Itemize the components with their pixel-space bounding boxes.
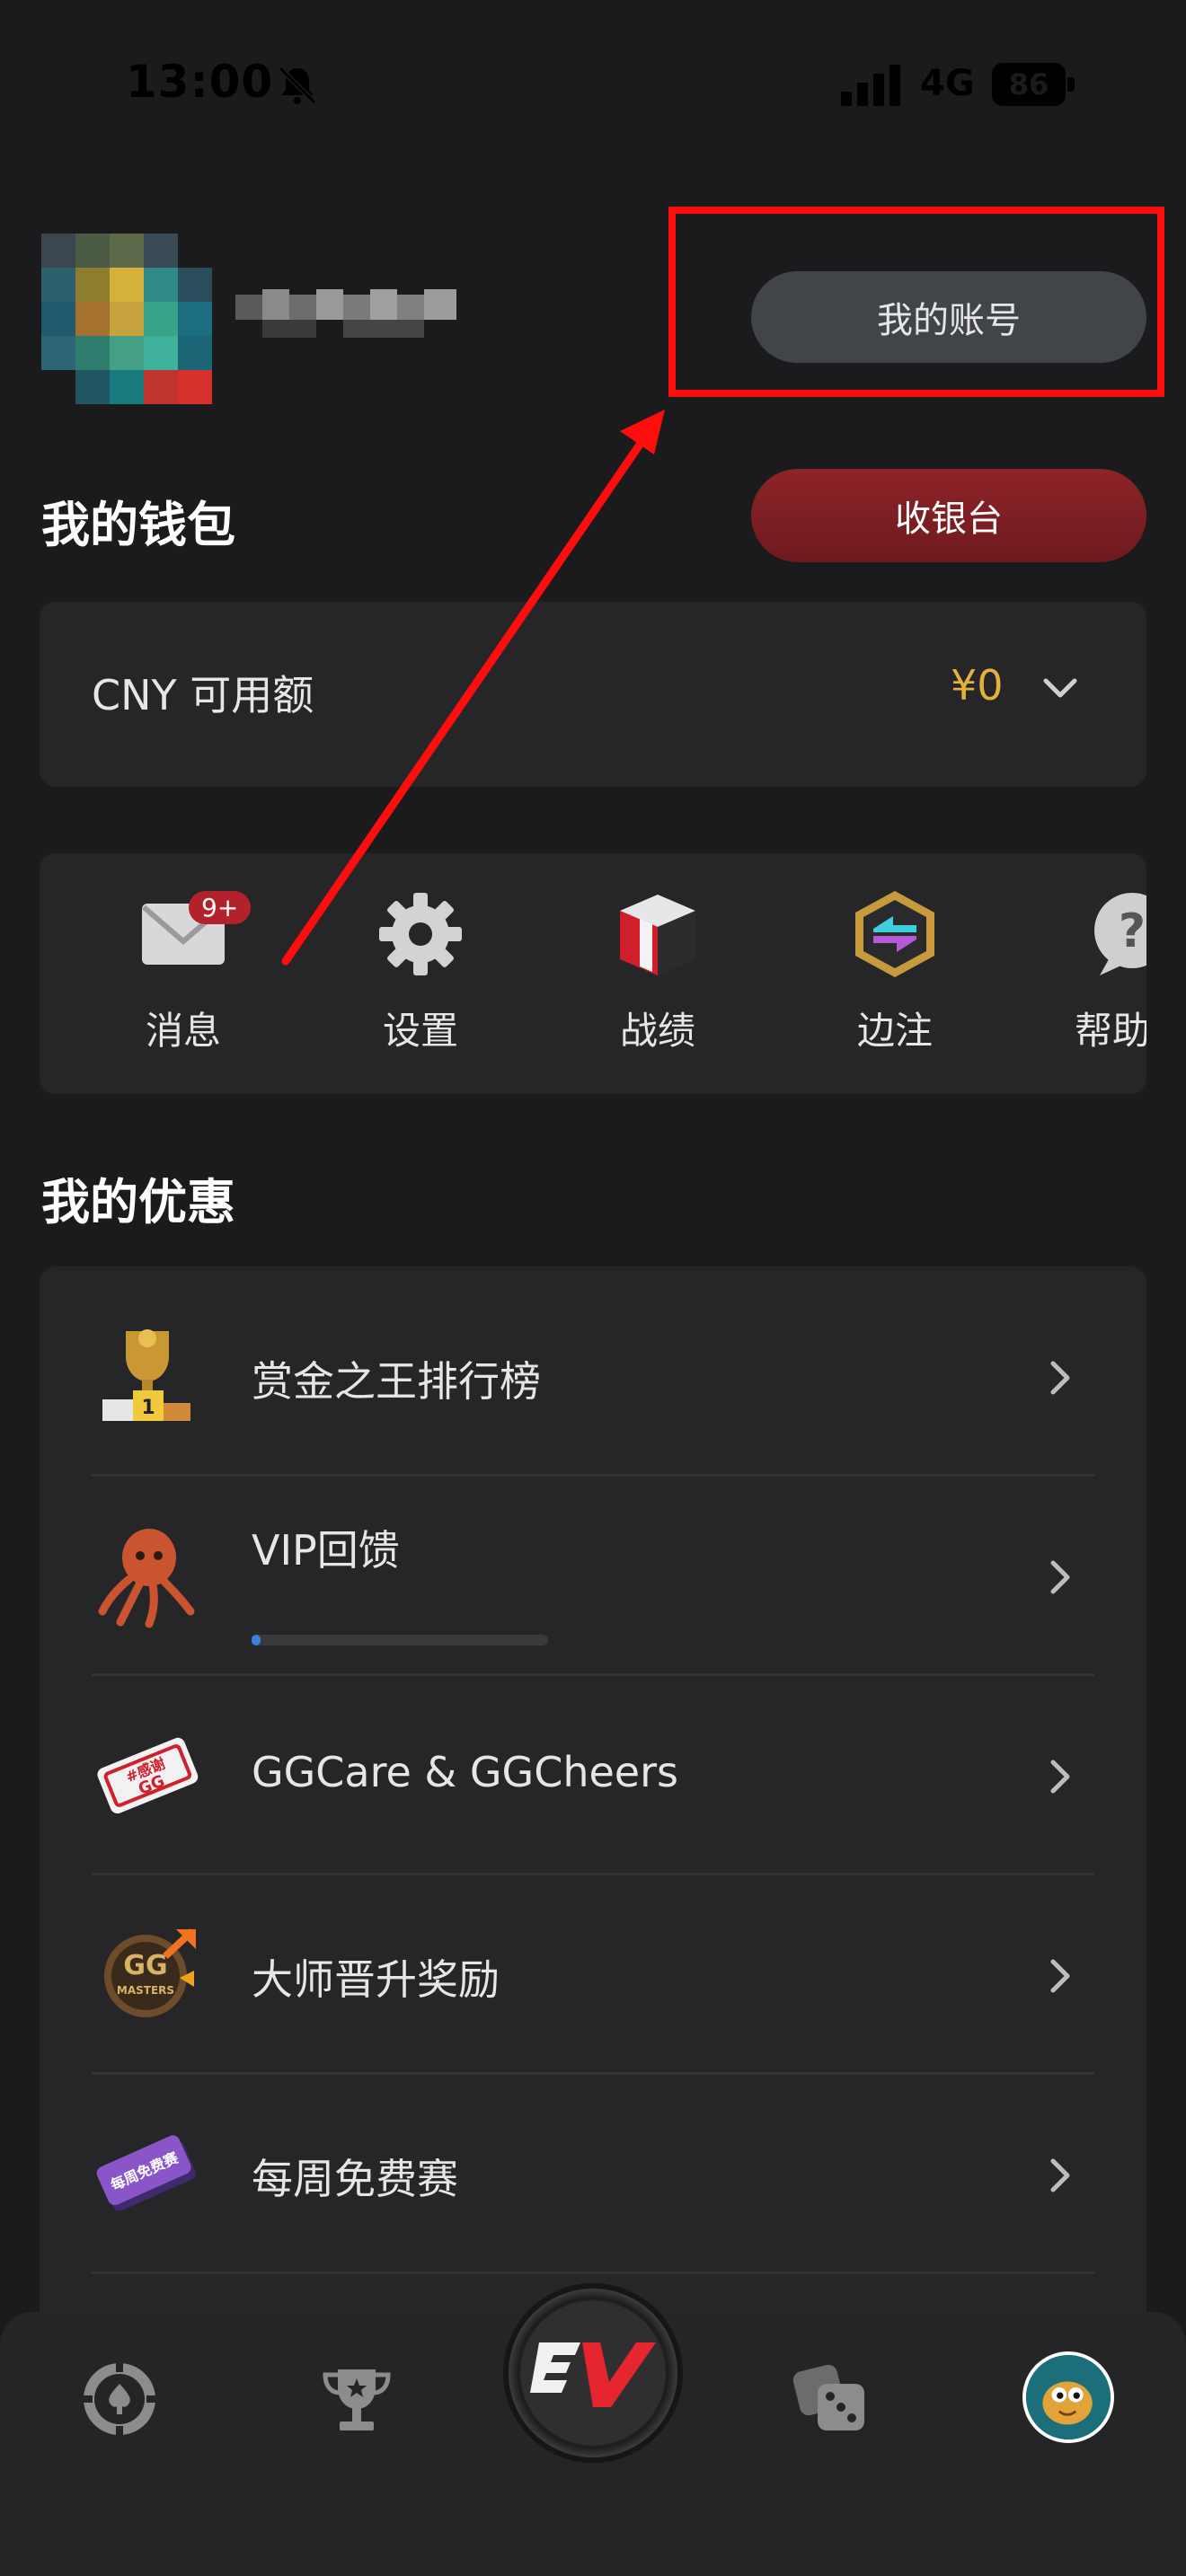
chevron-right-icon <box>1050 1361 1070 1395</box>
vip-progress-fill <box>252 1635 261 1645</box>
help-icon: ? <box>1094 893 1146 975</box>
promo-label: GGCare & GGCheers <box>252 1748 678 1796</box>
wallet-title: 我的钱包 <box>41 497 235 553</box>
action-label: 帮助 <box>1075 1009 1146 1053</box>
stats-cube-icon <box>620 895 695 975</box>
promo-label: VIP回馈 <box>252 1526 400 1575</box>
promo-masters-reward[interactable]: GG MASTERS 大师晋升奖励 <box>40 1875 1146 2075</box>
user-avatar[interactable] <box>41 234 212 404</box>
promo-vip-rewards[interactable]: VIP回馈 <box>40 1477 1146 1676</box>
battery-icon: 86 <box>992 63 1075 106</box>
svg-text:1: 1 <box>141 1397 155 1419</box>
unread-badge: 9+ <box>189 891 252 924</box>
balance-value: ¥0 <box>951 661 1004 710</box>
status-time: 13:00 <box>126 56 274 108</box>
username-blurred <box>235 289 456 338</box>
free-ticket-icon: 每周免费赛 <box>96 2135 196 2211</box>
chevron-right-icon <box>1050 1760 1070 1794</box>
gear-icon <box>379 893 462 975</box>
chevron-right-icon <box>1050 1560 1070 1594</box>
poker-chip-icon[interactable] <box>79 2359 160 2439</box>
octopus-icon <box>98 1529 195 1628</box>
svg-text:?: ? <box>1119 904 1146 958</box>
trophy-icon[interactable] <box>316 2359 397 2439</box>
action-label: 边注 <box>856 1009 933 1053</box>
action-label: 设置 <box>382 1009 458 1053</box>
action-label: 战绩 <box>619 1009 695 1053</box>
balance-label: CNY 可用额 <box>92 671 314 719</box>
ev-home-button[interactable] <box>509 2289 677 2457</box>
promo-label: 每周免费赛 <box>252 2155 458 2203</box>
svg-text:GG: GG <box>123 1950 167 1981</box>
masters-badge-icon: GG MASTERS <box>104 1928 196 2017</box>
fish-mascot-icon <box>1026 2355 1111 2439</box>
promo-weekly-freeroll[interactable]: 每周免费赛 每周免费赛 <box>40 2075 1146 2274</box>
promo-label: 赏金之王排行榜 <box>252 1357 541 1406</box>
side-bet-icon <box>855 891 934 977</box>
chevron-right-icon <box>1050 1959 1070 1993</box>
trophy-icon: 1 <box>102 1329 190 1421</box>
profile-avatar[interactable] <box>1022 2351 1114 2443</box>
promotions-title: 我的优惠 <box>41 1174 235 1231</box>
ticket-icon: #感谢 GG <box>97 1737 199 1814</box>
promo-label: 大师晋升奖励 <box>252 1955 500 2004</box>
signal-icon <box>841 65 900 106</box>
dice-icon[interactable] <box>791 2359 872 2439</box>
stats-action[interactable]: 战绩 <box>568 889 748 1069</box>
ev-logo-icon <box>530 2342 656 2407</box>
annotation-highlight-box <box>668 207 1164 397</box>
promo-ggcare[interactable]: #感谢 GG GGCare & GGCheers <box>40 1676 1146 1875</box>
battery-level: 86 <box>992 63 1066 106</box>
chevron-right-icon <box>1050 2158 1070 2192</box>
bell-muted-icon <box>278 66 317 105</box>
chevron-down-icon[interactable] <box>1040 668 1080 708</box>
settings-action[interactable]: 设置 <box>331 889 510 1069</box>
help-action[interactable]: ? 帮助 <box>1042 889 1146 1069</box>
cashier-button[interactable]: 收银台 <box>751 469 1146 562</box>
vip-progress-bar <box>252 1635 548 1645</box>
svg-text:MASTERS: MASTERS <box>117 1984 174 1997</box>
action-label: 消息 <box>145 1009 221 1053</box>
network-type: 4G <box>920 63 975 104</box>
divider <box>92 2272 1094 2274</box>
promo-bounty-leaderboard[interactable]: 1 赏金之王排行榜 <box>40 1277 1146 1477</box>
side-bet-action[interactable]: 边注 <box>805 889 985 1069</box>
